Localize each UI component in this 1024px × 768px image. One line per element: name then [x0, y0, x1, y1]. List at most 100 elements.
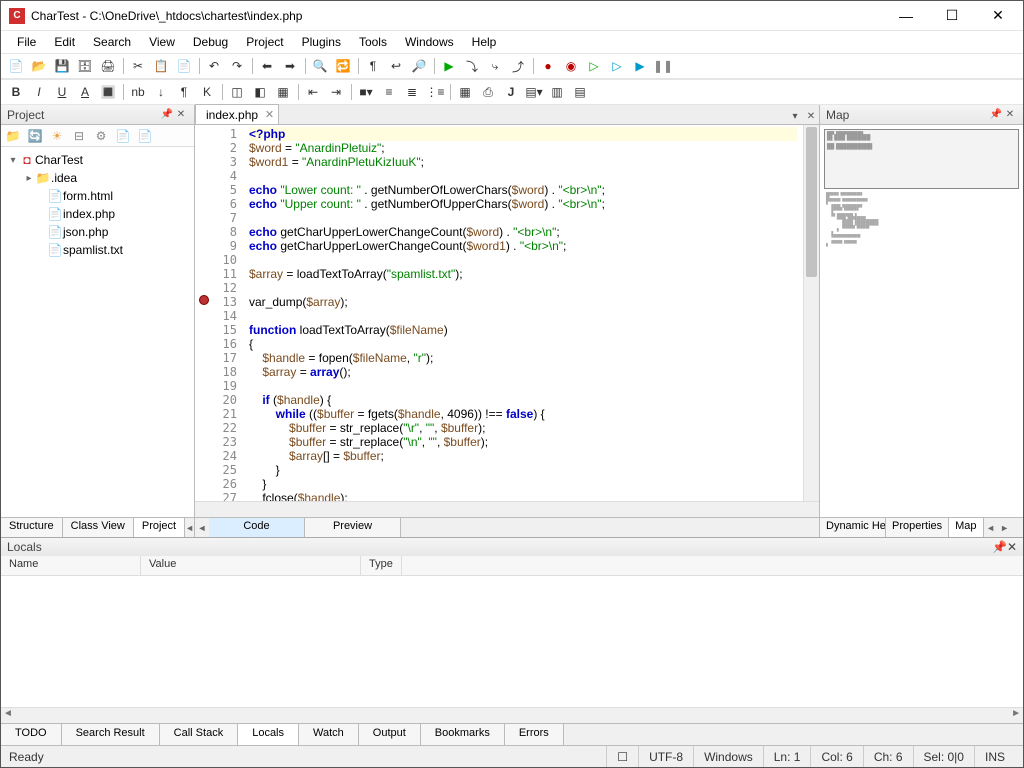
scroll-arrow-icon[interactable]: ◄ — [984, 518, 998, 537]
layout1-icon[interactable]: ▥ — [546, 81, 568, 103]
nbsp-icon[interactable]: nb — [127, 81, 149, 103]
bottom-tab-locals[interactable]: Locals — [238, 724, 299, 745]
bottom-tab-call-stack[interactable]: Call Stack — [160, 724, 239, 745]
bottom-tab-search-result[interactable]: Search Result — [62, 724, 160, 745]
menu-view[interactable]: View — [141, 33, 183, 51]
scroll-arrow-icon[interactable]: ◄ — [185, 518, 194, 537]
locals-col-value[interactable]: Value — [141, 556, 361, 575]
locals-body[interactable] — [1, 576, 1023, 707]
locals-col-name[interactable]: Name — [1, 556, 141, 575]
align-center-icon[interactable]: ≣ — [401, 81, 423, 103]
tree-folder[interactable]: ▸📁 .idea — [3, 169, 192, 187]
print-icon[interactable]: 🖨 — [97, 55, 119, 77]
scroll-arrow-icon[interactable]: ► — [998, 518, 1012, 537]
editor-hscrollbar[interactable] — [195, 501, 819, 517]
editor-tab-active[interactable]: index.php ✕ — [195, 104, 279, 124]
left-tab-project[interactable]: Project — [134, 518, 185, 537]
scroll-arrow-icon[interactable]: ◄ — [195, 518, 209, 537]
close-button[interactable]: ✕ — [975, 1, 1021, 31]
align-left-icon[interactable]: ≡ — [378, 81, 400, 103]
pause-icon[interactable]: ❚❚ — [652, 55, 674, 77]
menu-windows[interactable]: Windows — [397, 33, 462, 51]
replace-icon[interactable]: 🔁 — [332, 55, 354, 77]
pin-icon[interactable]: 📌 — [160, 108, 174, 122]
outdent-icon[interactable]: ⇤ — [302, 81, 324, 103]
left-tab-class-view[interactable]: Class View — [63, 518, 134, 537]
sort-icon[interactable]: 📄 — [137, 128, 153, 144]
right-tab[interactable]: Map — [949, 518, 983, 537]
font-icon[interactable]: 🔳 — [97, 81, 119, 103]
panel-close-icon[interactable]: ✕ — [1003, 108, 1017, 122]
pin-icon[interactable]: 📌 — [992, 540, 1007, 554]
underline-icon[interactable]: U — [51, 81, 73, 103]
zoom-in-icon[interactable]: 🔎 — [408, 55, 430, 77]
script-icon[interactable]: J — [500, 81, 522, 103]
right-tab[interactable]: Dynamic He... — [820, 518, 886, 537]
locals-col-type[interactable]: Type — [361, 556, 402, 575]
continue2-icon[interactable]: ▷ — [606, 55, 628, 77]
filter-icon[interactable]: 📄 — [115, 128, 131, 144]
sync-icon[interactable]: ☀ — [49, 128, 65, 144]
settings-icon[interactable]: ⚙ — [93, 128, 109, 144]
bottom-hscrollbar[interactable] — [1, 707, 1023, 723]
menu-project[interactable]: Project — [238, 33, 291, 51]
tab-list-icon[interactable]: ▾ — [787, 108, 803, 124]
tree-file[interactable]: 📄spamlist.txt — [3, 241, 192, 259]
save-all-icon[interactable]: 🗄 — [74, 55, 96, 77]
bold-icon[interactable]: B — [5, 81, 27, 103]
code-editor[interactable]: 1234567891011121314151617181920212223242… — [195, 125, 819, 501]
close-tab-icon[interactable]: ✕ — [265, 108, 274, 121]
step-over-icon[interactable]: ⤵ — [461, 55, 483, 77]
bottom-tab-errors[interactable]: Errors — [505, 724, 564, 745]
pin-icon[interactable]: 📌 — [989, 108, 1003, 122]
editor-view-preview[interactable]: Preview — [305, 518, 401, 537]
nav-back-icon[interactable]: ⬅ — [256, 55, 278, 77]
run-icon[interactable]: ▶ — [438, 55, 460, 77]
breakpoint-marker[interactable] — [199, 295, 209, 305]
tabs-close-icon[interactable]: ✕ — [803, 108, 819, 124]
menu-search[interactable]: Search — [85, 33, 139, 51]
titlebar[interactable]: C CharTest - C:\OneDrive\_htdocs\chartes… — [1, 1, 1023, 31]
italic-icon[interactable]: I — [28, 81, 50, 103]
new-file-icon[interactable]: 📄 — [5, 55, 27, 77]
save-icon[interactable]: 💾 — [51, 55, 73, 77]
undo-icon[interactable]: ↶ — [203, 55, 225, 77]
editor-view-code[interactable]: Code — [209, 518, 305, 537]
menu-help[interactable]: Help — [464, 33, 505, 51]
cut-icon[interactable]: ✂ — [127, 55, 149, 77]
uncomment-icon[interactable]: ◧ — [249, 81, 271, 103]
refresh-icon[interactable]: 🔄 — [27, 128, 43, 144]
table-icon[interactable]: ▦ — [454, 81, 476, 103]
menu-debug[interactable]: Debug — [185, 33, 236, 51]
pilcrow-icon[interactable]: ¶ — [173, 81, 195, 103]
indent-icon[interactable]: ⇥ — [325, 81, 347, 103]
status-lineend[interactable]: Windows — [693, 746, 763, 767]
project-tree[interactable]: ▾◘ CharTest ▸📁 .idea 📄form.html📄index.ph… — [1, 147, 194, 517]
toggle-ws-icon[interactable]: ¶ — [362, 55, 384, 77]
resume-icon[interactable]: ▶ — [629, 55, 651, 77]
comment-icon[interactable]: ◫ — [226, 81, 248, 103]
fill-icon[interactable]: ■▾ — [355, 81, 377, 103]
menu-tools[interactable]: Tools — [351, 33, 395, 51]
copy-icon[interactable]: 📋 — [150, 55, 172, 77]
status-encoding[interactable]: UTF-8 — [638, 746, 693, 767]
menu-edit[interactable]: Edit — [46, 33, 83, 51]
breakpoint-icon[interactable]: ● — [537, 55, 559, 77]
paste-icon[interactable]: 📄 — [173, 55, 195, 77]
status-ins[interactable]: INS — [974, 746, 1015, 767]
link-icon[interactable]: A — [74, 81, 96, 103]
minimize-button[interactable]: — — [883, 1, 929, 31]
heading-icon[interactable]: ↓ — [150, 81, 172, 103]
bottom-tab-watch[interactable]: Watch — [299, 724, 359, 745]
minimap[interactable]: ████ ███████████████ ███ ██████ ████████… — [820, 125, 1023, 517]
tree-file[interactable]: 📄json.php — [3, 223, 192, 241]
wrap-icon[interactable]: ↩ — [385, 55, 407, 77]
right-tab[interactable]: Properties — [886, 518, 949, 537]
step-into-icon[interactable]: ⤷ — [484, 55, 506, 77]
locals-columns[interactable]: NameValueType — [1, 556, 1023, 576]
open-file-icon[interactable]: 📂 — [28, 55, 50, 77]
left-tab-structure[interactable]: Structure — [1, 518, 63, 537]
maximize-button[interactable]: ☐ — [929, 1, 975, 31]
panel-close-icon[interactable]: ✕ — [174, 108, 188, 122]
more-icon[interactable]: ▤▾ — [523, 81, 545, 103]
